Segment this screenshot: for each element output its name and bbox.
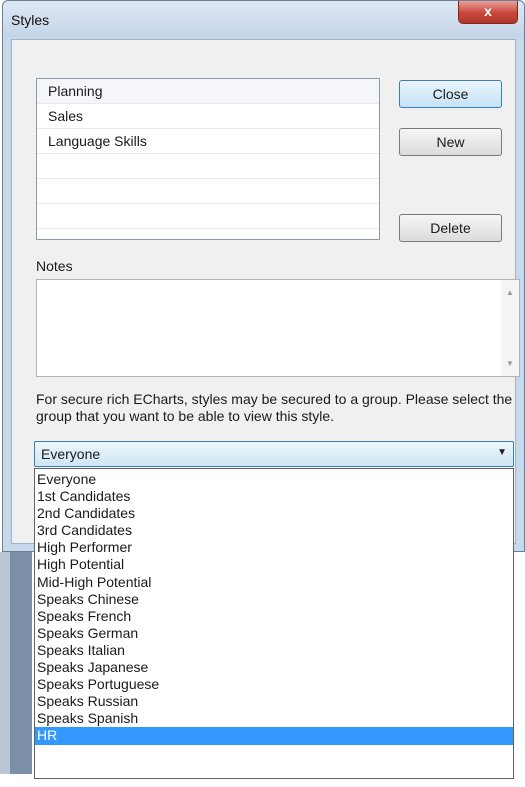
dropdown-option[interactable]: Speaks Spanish [35,710,513,727]
group-info-text: For secure rich ECharts, styles may be s… [36,391,513,424]
dropdown-option[interactable]: 3rd Candidates [35,522,513,539]
list-item[interactable] [37,154,379,179]
dropdown-option[interactable]: Speaks French [35,608,513,625]
new-button[interactable]: New [399,128,502,156]
notes-scrollbar[interactable]: ▲ ▼ [501,280,519,376]
group-select[interactable]: Everyone ▼ [34,441,514,467]
dropdown-option[interactable]: Speaks Italian [35,642,513,659]
list-item[interactable] [37,204,379,229]
dropdown-option[interactable]: High Performer [35,539,513,556]
dropdown-option[interactable]: Mid-High Potential [35,574,513,591]
background-window-edge-dark [10,552,32,774]
dropdown-option[interactable]: Speaks Japanese [35,659,513,676]
dropdown-option[interactable]: Speaks Russian [35,693,513,710]
styles-list[interactable]: Planning Sales Language Skills [36,78,380,240]
dropdown-option-highlighted[interactable]: HR [35,727,513,745]
scroll-down-icon[interactable]: ▼ [506,359,514,368]
dropdown-option[interactable]: Everyone [35,471,513,488]
dropdown-option[interactable]: Speaks German [35,625,513,642]
scroll-up-icon[interactable]: ▲ [506,288,514,297]
window-title: Styles [11,12,50,28]
dropdown-option[interactable]: 1st Candidates [35,488,513,505]
list-item[interactable]: Language Skills [37,129,379,154]
notes-label: Notes [36,258,73,274]
group-dropdown-list[interactable]: Everyone 1st Candidates 2nd Candidates 3… [34,468,514,779]
list-item[interactable]: Sales [37,104,379,129]
close-icon[interactable]: x [458,1,518,24]
delete-button[interactable]: Delete [399,214,502,242]
group-select-value: Everyone [41,446,101,462]
dropdown-option[interactable]: Speaks Portuguese [35,676,513,693]
chevron-down-icon[interactable]: ▼ [497,447,507,458]
list-item[interactable]: Planning [37,79,379,104]
title-bar: Styles x [3,1,524,37]
dropdown-option[interactable]: High Potential [35,556,513,573]
close-button[interactable]: Close [399,80,502,108]
notes-textarea[interactable]: ▲ ▼ [36,279,520,377]
background-window-edge [0,552,10,774]
dropdown-option[interactable]: 2nd Candidates [35,505,513,522]
dropdown-option[interactable]: Speaks Chinese [35,591,513,608]
list-item[interactable] [37,179,379,204]
